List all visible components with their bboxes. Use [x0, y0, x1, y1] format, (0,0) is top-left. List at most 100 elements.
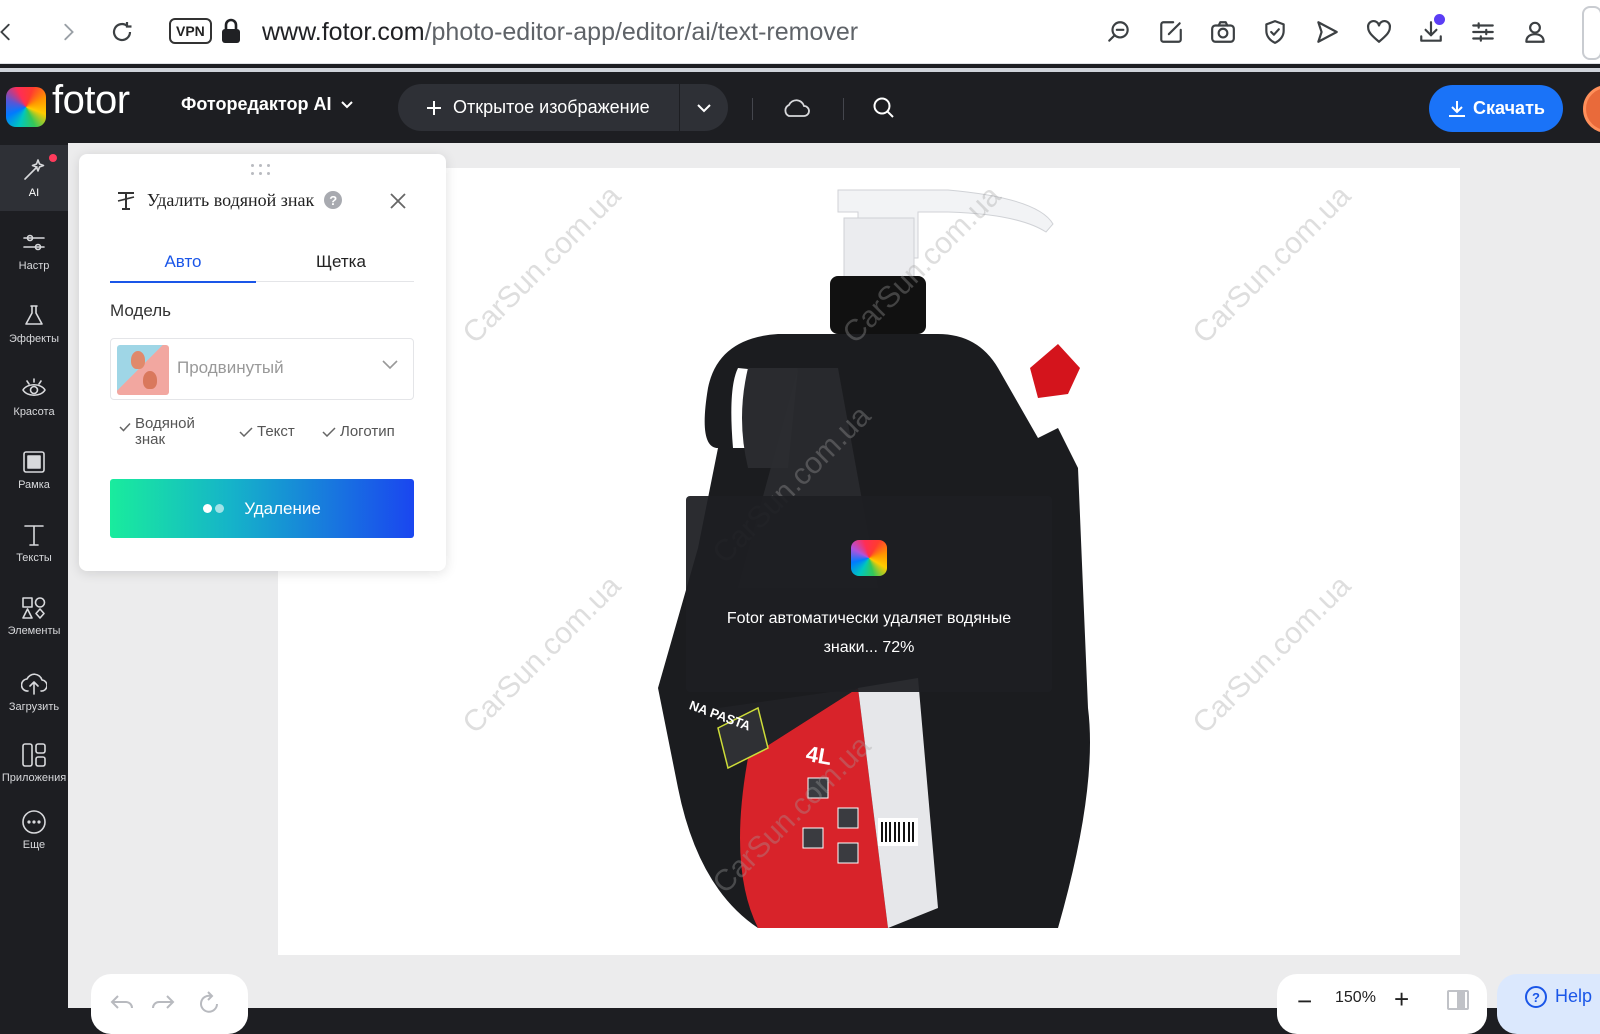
close-icon[interactable]: [386, 189, 410, 213]
url-path: /photo-editor-app/editor/ai/text-remover: [424, 18, 859, 46]
avatar[interactable]: [1583, 85, 1600, 133]
download-icon[interactable]: [1415, 14, 1447, 48]
settings-sliders-icon[interactable]: [1467, 16, 1499, 48]
search-page-icon[interactable]: [1103, 16, 1135, 48]
download-button[interactable]: Скачать: [1429, 85, 1563, 132]
sidebar-item-ai[interactable]: AI: [0, 145, 68, 211]
check-logo[interactable]: Логотип: [322, 424, 395, 440]
camera-icon[interactable]: [1207, 16, 1239, 48]
fotor-logo-icon: [851, 540, 887, 576]
sidebar-item-label: Красота: [13, 406, 55, 418]
open-image-dropdown[interactable]: [680, 84, 728, 131]
flask-icon: [25, 305, 43, 325]
heart-icon[interactable]: [1363, 16, 1395, 48]
open-image-button[interactable]: Открытое изображение: [398, 84, 680, 131]
check-icon: [322, 427, 336, 437]
sidebar-item-upload[interactable]: Загрузить: [0, 659, 68, 725]
logo-text: fotor: [52, 78, 130, 122]
magic-wand-icon: [24, 159, 45, 180]
frame-icon: [23, 451, 45, 473]
sidebar-item-label: Приложения: [1, 772, 67, 784]
zoom-out-button[interactable]: −: [1297, 986, 1312, 1017]
check-label: Водяной знак: [135, 415, 195, 448]
panel-header: Удалить водяной знак ?: [115, 189, 343, 211]
forward-icon[interactable]: [52, 16, 84, 48]
reset-icon[interactable]: [195, 988, 223, 1016]
tab-auto[interactable]: Авто: [110, 242, 256, 283]
vpn-badge[interactable]: VPN: [169, 18, 212, 44]
open-image-group: Открытое изображение: [398, 84, 728, 131]
upload-cloud-icon: [21, 673, 47, 695]
sidebar-item-adjust[interactable]: Настр: [0, 218, 68, 284]
mode-tabs: Авто Щетка: [110, 242, 414, 283]
sidebar-item-elements[interactable]: Элементы: [0, 583, 68, 649]
model-value: Продвинутый: [177, 358, 284, 377]
check-label: Логотип: [340, 423, 395, 440]
browser-toolbar: VPN www.fotor.com/photo-editor-app/edito…: [0, 0, 1600, 64]
zoom-controls: − 150% +: [1277, 974, 1487, 1034]
zoom-level[interactable]: 150%: [1335, 989, 1376, 1007]
compare-icon[interactable]: [1447, 990, 1469, 1010]
search-icon[interactable]: [866, 90, 902, 126]
back-icon[interactable]: [0, 16, 22, 48]
watermark-remove-icon: [117, 192, 135, 210]
drag-handle[interactable]: [251, 164, 273, 176]
download-badge: [1434, 14, 1445, 25]
zoom-in-button[interactable]: +: [1394, 984, 1409, 1015]
check-icon: [239, 427, 253, 437]
left-sidebar: AI Настр Эффекты Красота Рамка Тексты Эл…: [0, 143, 68, 1008]
shield-icon[interactable]: [1259, 16, 1291, 48]
adjust-sliders-icon: [23, 234, 45, 251]
divider: [752, 98, 753, 120]
cloud-icon[interactable]: [778, 90, 814, 126]
download-icon: [1449, 100, 1466, 117]
check-watermark[interactable]: Водяной знак: [119, 416, 213, 448]
sidebar-item-text[interactable]: Тексты: [0, 510, 68, 576]
remove-button[interactable]: Удаление: [110, 479, 414, 538]
sidebar-item-apps[interactable]: Приложения: [0, 730, 68, 796]
sidebar-item-label: Еще: [22, 839, 46, 851]
model-select[interactable]: Продвинутый: [110, 338, 414, 400]
chevron-down-icon: [382, 360, 398, 370]
check-text[interactable]: Текст: [239, 424, 295, 440]
check-label: Текст: [257, 423, 295, 440]
sidebar-item-more[interactable]: Еще: [0, 797, 68, 863]
notification-dot: [49, 154, 57, 162]
profile-icon[interactable]: [1519, 16, 1551, 48]
panel-title: Удалить водяной знак: [147, 189, 315, 210]
redo-icon[interactable]: [149, 988, 177, 1016]
editor-mode-menu[interactable]: Фоторедактор AI: [181, 94, 354, 115]
progress-overlay: Fotor автоматически удаляет водяные знак…: [686, 496, 1052, 692]
plus-icon: [427, 100, 441, 115]
progress-message: Fotor автоматически удаляет водяные знак…: [726, 610, 1012, 656]
sidebar-item-label: AI: [28, 187, 40, 199]
sidebar-item-frame[interactable]: Рамка: [0, 437, 68, 503]
model-thumbnail: [117, 345, 169, 395]
apps-icon: [22, 743, 46, 767]
edit-icon[interactable]: [1155, 16, 1187, 48]
help-icon: ?: [1525, 986, 1547, 1008]
sidebar-item-label: Рамка: [18, 479, 50, 491]
divider: [843, 98, 844, 120]
loading-dots-icon: [203, 504, 225, 513]
send-icon[interactable]: [1311, 16, 1343, 48]
lock-icon[interactable]: [220, 18, 246, 46]
editor-mode-label: Фоторедактор AI: [181, 94, 332, 114]
help-icon[interactable]: ?: [324, 191, 343, 209]
tab-brush[interactable]: Щетка: [268, 242, 414, 282]
sidebar-item-effects[interactable]: Эффекты: [0, 291, 68, 357]
undo-icon[interactable]: [108, 988, 136, 1016]
open-image-label: Открытое изображение: [453, 97, 650, 117]
help-button[interactable]: ? Help: [1497, 974, 1600, 1034]
help-label: Help: [1555, 986, 1593, 1006]
history-controls: [91, 974, 248, 1034]
sidebar-item-beauty[interactable]: Красота: [0, 364, 68, 430]
remove-button-label: Удаление: [244, 498, 321, 518]
app-header: fotor Фоторедактор AI Открытое изображен…: [0, 68, 1600, 143]
watermark-remover-panel: Удалить водяной знак ? Авто Щетка Модель…: [79, 154, 446, 571]
address-bar[interactable]: www.fotor.com/photo-editor-app/editor/ai…: [262, 14, 858, 50]
bottle-volume-label: 4L: [804, 740, 834, 771]
browser-sidebar-edge: [1582, 6, 1600, 60]
reload-icon[interactable]: [106, 16, 138, 48]
url-domain: www.fotor.com: [262, 18, 425, 46]
